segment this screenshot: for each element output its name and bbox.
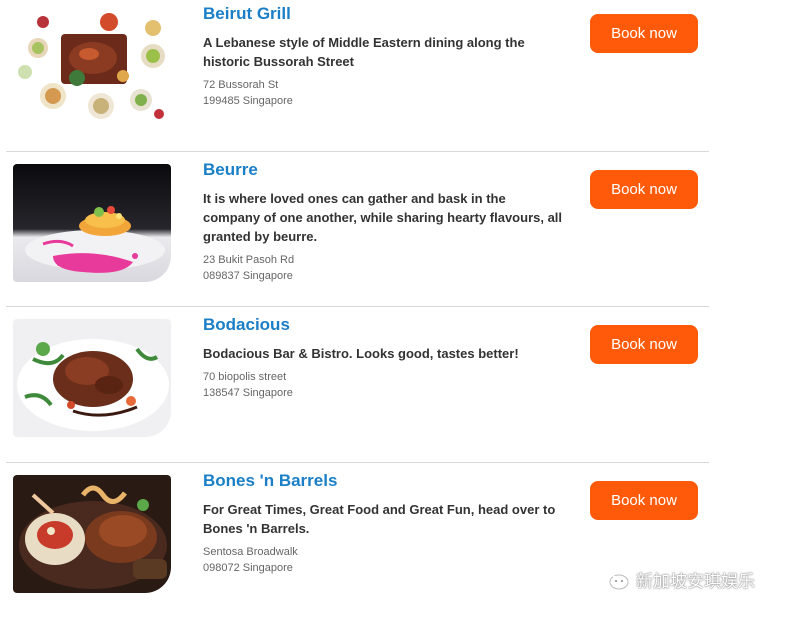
book-now-button[interactable]: Book now: [590, 14, 698, 53]
address-postal: 098072 Singapore: [203, 562, 293, 574]
restaurant-description: Bodacious Bar & Bistro. Looks good, tast…: [203, 346, 519, 361]
list-item: Bones 'n Barrels For Great Times, Great …: [0, 467, 800, 617]
address-postal: 089837 Singapore: [203, 270, 293, 282]
address-street: 70 biopolis street: [203, 371, 287, 383]
restaurant-description: It is where loved ones can gather and ba…: [203, 191, 563, 244]
restaurant-photo[interactable]: [13, 475, 171, 593]
restaurant-photo[interactable]: [13, 164, 171, 282]
watermark-text: 新加坡安琪娱乐: [636, 572, 755, 592]
watermark: 新加坡安琪娱乐: [600, 567, 755, 592]
book-now-button[interactable]: Book now: [590, 325, 698, 364]
restaurant-address: 72 Bussorah St 199485 Singapore: [203, 77, 533, 109]
restaurant-name-link[interactable]: Bones 'n Barrels: [203, 471, 337, 491]
restaurant-name-link[interactable]: Beurre: [203, 160, 258, 180]
bodacious-food-image: [13, 319, 171, 437]
restaurant-address: 70 biopolis street 138547 Singapore: [203, 369, 533, 401]
wechat-icon: [600, 568, 630, 592]
divider: [6, 462, 709, 463]
restaurant-name-link[interactable]: Beirut Grill: [203, 4, 291, 24]
address-street: 72 Bussorah St: [203, 79, 279, 91]
address-postal: 138547 Singapore: [203, 387, 293, 399]
divider: [6, 151, 709, 152]
restaurant-description: For Great Times, Great Food and Great Fu…: [203, 502, 556, 536]
restaurant-address: Sentosa Broadwalk 098072 Singapore: [203, 544, 533, 576]
book-now-button[interactable]: Book now: [590, 481, 698, 520]
address-street: 23 Bukit Pasoh Rd: [203, 254, 295, 266]
beirut-grill-food-image: [13, 8, 171, 126]
restaurant-address: 23 Bukit Pasoh Rd 089837 Singapore: [203, 252, 533, 284]
restaurant-photo[interactable]: [13, 319, 171, 437]
book-now-button[interactable]: Book now: [590, 170, 698, 209]
address-street: Sentosa Broadwalk: [203, 546, 298, 558]
list-item: Beirut Grill A Lebanese style of Middle …: [0, 0, 800, 150]
beurre-food-image: [13, 164, 171, 282]
restaurant-name-link[interactable]: Bodacious: [203, 315, 290, 335]
list-item: Bodacious Bodacious Bar & Bistro. Looks …: [0, 311, 800, 461]
restaurant-photo[interactable]: [13, 8, 171, 126]
divider: [6, 306, 709, 307]
restaurant-description: A Lebanese style of Middle Eastern dinin…: [203, 35, 525, 69]
list-item: Beurre It is where loved ones can gather…: [0, 156, 800, 306]
address-postal: 199485 Singapore: [203, 95, 293, 107]
bones-n-barrels-food-image: [13, 475, 171, 593]
